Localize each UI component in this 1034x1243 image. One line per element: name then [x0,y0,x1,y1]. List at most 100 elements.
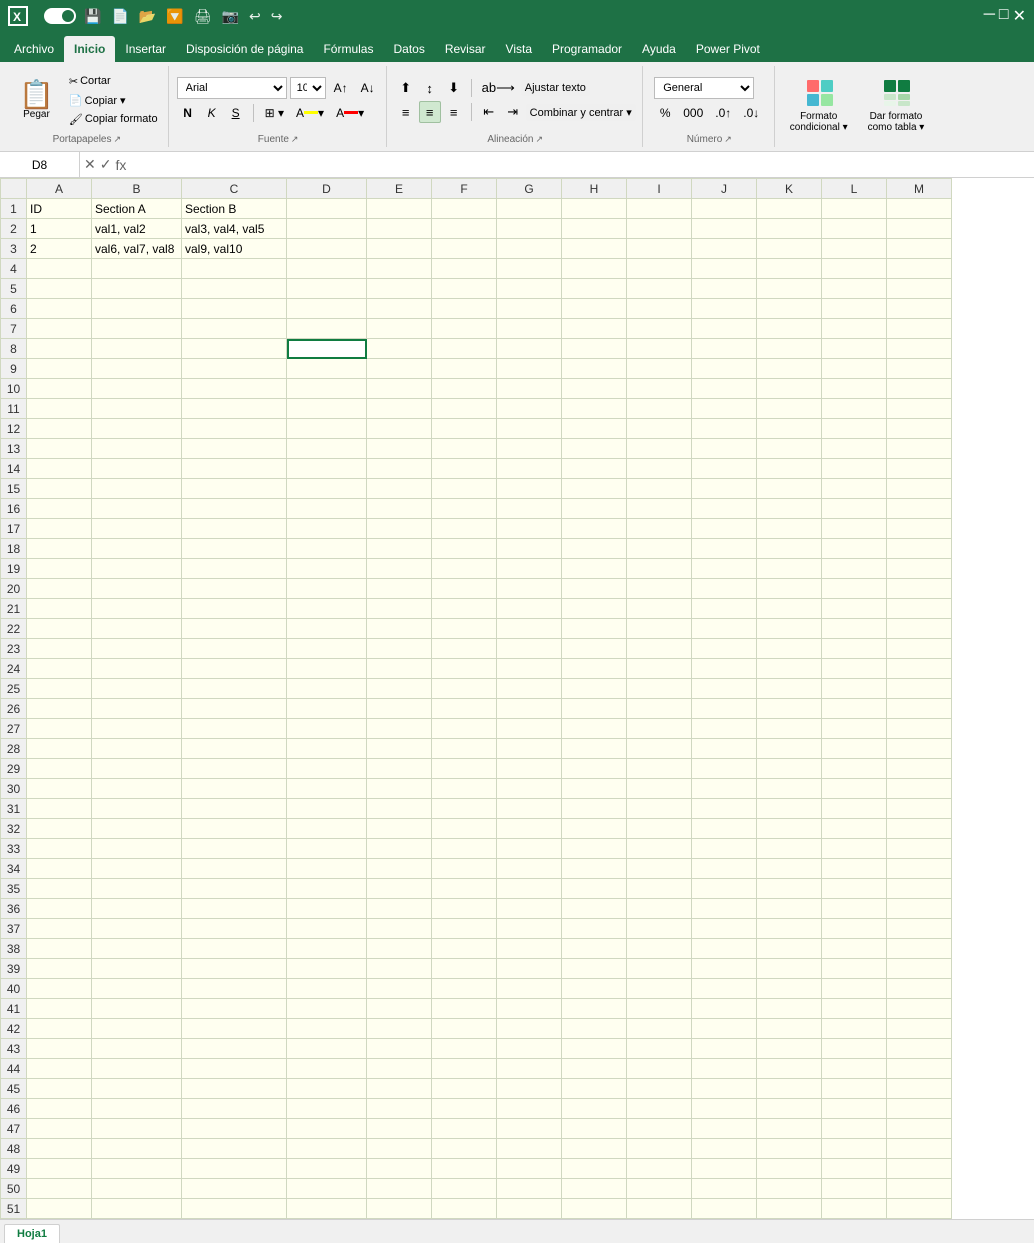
cell-D35[interactable] [287,879,367,899]
cell-K20[interactable] [757,579,822,599]
cell-L10[interactable] [822,379,887,399]
cell-B43[interactable] [92,1039,182,1059]
font-color-button[interactable]: A ▾ [331,102,369,124]
tab-formulas[interactable]: Fórmulas [313,36,383,62]
cell-M44[interactable] [887,1059,952,1079]
cell-L30[interactable] [822,779,887,799]
row-header-43[interactable]: 43 [1,1039,27,1059]
cell-F23[interactable] [432,639,497,659]
row-header-6[interactable]: 6 [1,299,27,319]
col-header-g[interactable]: G [497,179,562,199]
cell-B15[interactable] [92,479,182,499]
cell-M4[interactable] [887,259,952,279]
cell-C32[interactable] [182,819,287,839]
cell-H39[interactable] [562,959,627,979]
cell-D41[interactable] [287,999,367,1019]
cell-F13[interactable] [432,439,497,459]
cell-I5[interactable] [627,279,692,299]
cell-A14[interactable] [27,459,92,479]
row-header-17[interactable]: 17 [1,519,27,539]
cell-L9[interactable] [822,359,887,379]
align-top-btn[interactable]: ⬆ [395,77,417,99]
cell-H43[interactable] [562,1039,627,1059]
cell-I35[interactable] [627,879,692,899]
cell-I18[interactable] [627,539,692,559]
cell-K5[interactable] [757,279,822,299]
cell-D38[interactable] [287,939,367,959]
cell-A25[interactable] [27,679,92,699]
cell-K45[interactable] [757,1079,822,1099]
copiar-formato-button[interactable]: 🖌 Copiar formato [65,111,162,128]
cell-E22[interactable] [367,619,432,639]
cell-D24[interactable] [287,659,367,679]
cell-L2[interactable] [822,219,887,239]
cell-F34[interactable] [432,859,497,879]
cell-L35[interactable] [822,879,887,899]
text-orient-btn[interactable]: ab⟶ [478,77,519,99]
cell-B16[interactable] [92,499,182,519]
cell-K27[interactable] [757,719,822,739]
cell-A46[interactable] [27,1099,92,1119]
tab-disposicion[interactable]: Disposición de página [176,36,313,62]
cell-J41[interactable] [692,999,757,1019]
cell-J38[interactable] [692,939,757,959]
cell-J50[interactable] [692,1179,757,1199]
cell-M50[interactable] [887,1179,952,1199]
cell-H44[interactable] [562,1059,627,1079]
cell-D23[interactable] [287,639,367,659]
cell-F43[interactable] [432,1039,497,1059]
cell-I47[interactable] [627,1119,692,1139]
cell-F32[interactable] [432,819,497,839]
cell-J32[interactable] [692,819,757,839]
cell-G41[interactable] [497,999,562,1019]
cell-E39[interactable] [367,959,432,979]
cell-I8[interactable] [627,339,692,359]
cell-K12[interactable] [757,419,822,439]
cell-F39[interactable] [432,959,497,979]
cell-D30[interactable] [287,779,367,799]
cell-L16[interactable] [822,499,887,519]
cortar-button[interactable]: ✂ Cortar [65,73,162,90]
cell-K39[interactable] [757,959,822,979]
cell-F37[interactable] [432,919,497,939]
cell-H11[interactable] [562,399,627,419]
cell-C28[interactable] [182,739,287,759]
cell-C16[interactable] [182,499,287,519]
cell-J1[interactable] [692,199,757,219]
cell-K26[interactable] [757,699,822,719]
cell-C34[interactable] [182,859,287,879]
cell-B38[interactable] [92,939,182,959]
cell-G7[interactable] [497,319,562,339]
cell-K35[interactable] [757,879,822,899]
cell-B36[interactable] [92,899,182,919]
cancel-formula-btn[interactable]: ✕ [84,156,96,173]
cell-K4[interactable] [757,259,822,279]
cell-L44[interactable] [822,1059,887,1079]
cell-K46[interactable] [757,1099,822,1119]
cell-A23[interactable] [27,639,92,659]
cell-L13[interactable] [822,439,887,459]
cell-A17[interactable] [27,519,92,539]
cell-L23[interactable] [822,639,887,659]
cell-C35[interactable] [182,879,287,899]
cell-I11[interactable] [627,399,692,419]
align-bottom-btn[interactable]: ⬇ [443,77,465,99]
row-header-36[interactable]: 36 [1,899,27,919]
row-header-35[interactable]: 35 [1,879,27,899]
cell-K30[interactable] [757,779,822,799]
cell-I50[interactable] [627,1179,692,1199]
cell-I6[interactable] [627,299,692,319]
row-header-7[interactable]: 7 [1,319,27,339]
cell-H47[interactable] [562,1119,627,1139]
cell-G17[interactable] [497,519,562,539]
cell-K17[interactable] [757,519,822,539]
cell-L40[interactable] [822,979,887,999]
cell-F8[interactable] [432,339,497,359]
cell-E33[interactable] [367,839,432,859]
cell-B42[interactable] [92,1019,182,1039]
cell-H4[interactable] [562,259,627,279]
cell-A26[interactable] [27,699,92,719]
cell-G5[interactable] [497,279,562,299]
cell-E37[interactable] [367,919,432,939]
cell-I10[interactable] [627,379,692,399]
